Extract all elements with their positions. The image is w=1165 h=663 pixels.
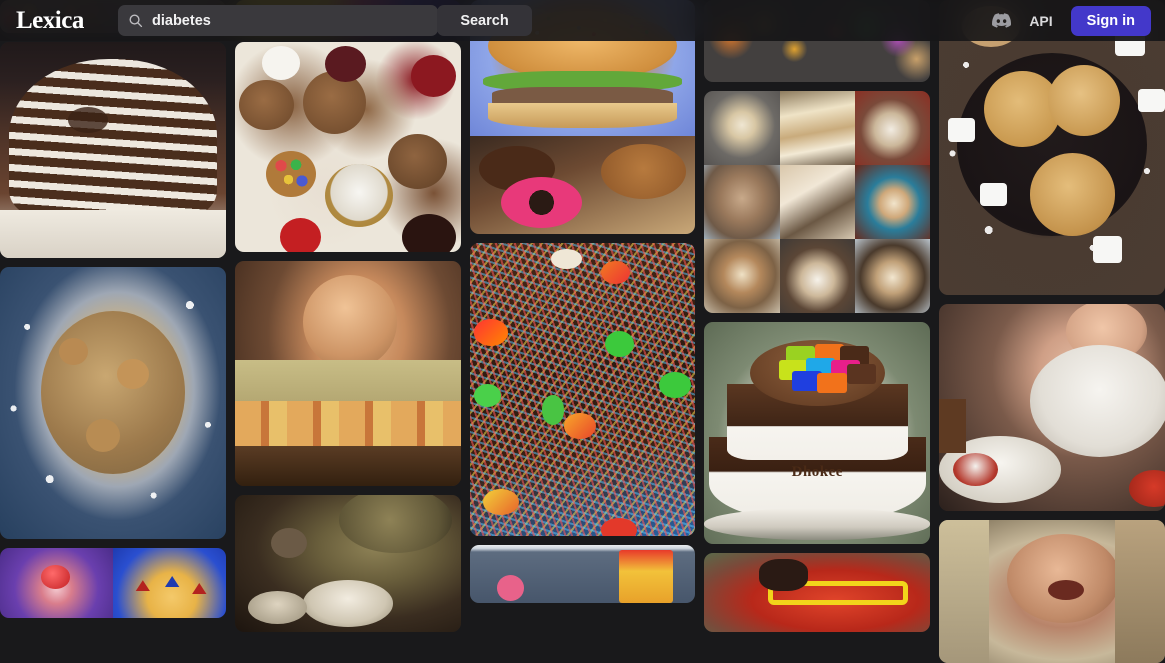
lexica-logo[interactable]: Lexica xyxy=(16,8,84,33)
result-image-man-shouting[interactable] xyxy=(939,520,1165,663)
discord-icon xyxy=(992,13,1012,28)
results-grid: Dhokee xyxy=(0,0,1165,663)
api-link[interactable]: API xyxy=(1029,13,1052,29)
result-image-cookie-spread[interactable] xyxy=(234,42,461,252)
search-input[interactable] xyxy=(152,12,428,29)
result-image-chocolate-stack[interactable] xyxy=(0,42,226,258)
search-icon xyxy=(129,14,143,28)
result-image-cookie-plate-blue[interactable] xyxy=(0,267,226,539)
result-image-red-face-glasses[interactable] xyxy=(704,553,931,632)
result-image-chocolate-cake[interactable]: Dhokee xyxy=(704,322,931,544)
discord-link[interactable] xyxy=(992,13,1012,28)
result-image-cookies-dark-plate[interactable] xyxy=(939,0,1165,295)
results-column-3 xyxy=(469,0,696,663)
results-column-4: Dhokee xyxy=(704,0,931,663)
result-image-table-man[interactable] xyxy=(234,495,461,632)
result-image-sprinkle-brownie[interactable] xyxy=(469,243,696,536)
result-image-tiramisu-grid[interactable] xyxy=(704,91,931,313)
signin-button[interactable]: Sign in xyxy=(1070,5,1151,36)
results-column-5 xyxy=(939,0,1165,663)
results-column-2 xyxy=(234,0,461,663)
result-image-cereal-man[interactable] xyxy=(469,545,696,603)
search-field-wrapper[interactable] xyxy=(118,5,438,36)
result-image-sundae-pizza[interactable] xyxy=(0,548,226,618)
top-header: Lexica Search API Sign in xyxy=(0,0,1165,41)
search-button[interactable]: Search xyxy=(437,5,532,36)
header-actions: API Sign in xyxy=(992,0,1151,41)
results-column-1 xyxy=(0,0,226,663)
cake-inscription: Dhokee xyxy=(791,464,843,481)
result-image-woman-eating[interactable] xyxy=(939,304,1165,511)
result-image-burger-man[interactable] xyxy=(234,261,461,486)
